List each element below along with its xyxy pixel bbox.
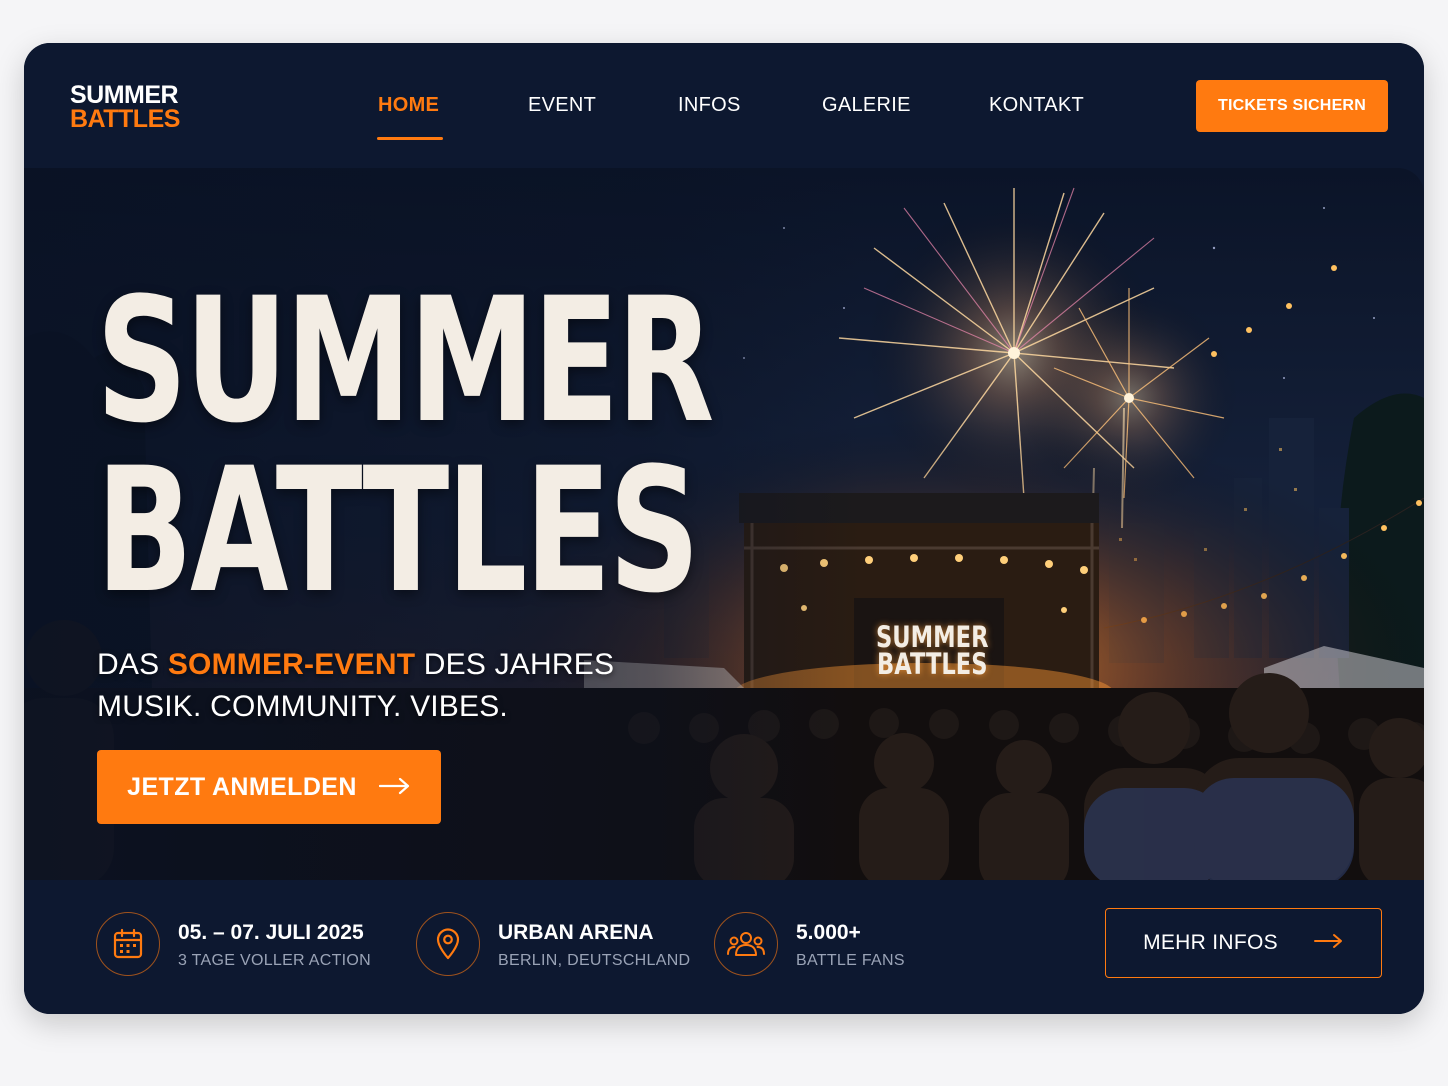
tagline-suffix: DES JAHRES [415, 648, 615, 681]
nav-item-home[interactable]: HOME [378, 94, 439, 117]
register-button-label: JETZT ANMELDEN [127, 772, 357, 801]
hero-title: SUMMER BATTLES [96, 260, 715, 631]
nav-item-galerie[interactable]: GALERIE [822, 94, 911, 117]
hero-title-line-2: BATTLES [96, 430, 700, 631]
nav-active-indicator [377, 137, 443, 140]
event-date: 05. – 07. JULI 2025 [178, 921, 364, 944]
more-info-button[interactable]: MEHR INFOS [1105, 908, 1382, 978]
tagline-prefix: DAS [97, 648, 168, 681]
arrow-right-icon [1313, 931, 1344, 955]
hero-tagline: DAS SOMMER-EVENT DES JAHRES MUSIK. COMMU… [97, 644, 614, 728]
tickets-button[interactable]: TICKETS SICHERN [1196, 80, 1388, 132]
nav-item-infos[interactable]: INFOS [678, 94, 741, 117]
register-button[interactable]: JETZT ANMELDEN [97, 750, 441, 824]
tagline-line-1: DAS SOMMER-EVENT DES JAHRES [97, 644, 614, 686]
users-group-icon [714, 912, 778, 976]
calendar-icon [96, 912, 160, 976]
venue-name: URBAN ARENA [498, 921, 654, 944]
event-duration: 3 TAGE VOLLER ACTION [178, 952, 372, 969]
nav-item-event[interactable]: EVENT [528, 94, 596, 117]
stage-sign: SUMMER BATTLES [876, 623, 989, 681]
event-info-bar: 05. – 07. JULI 2025 3 TAGE VOLLER ACTION… [24, 880, 1424, 1014]
arrow-right-icon [378, 773, 411, 802]
hero-section: SUMMER BATTLES SUMMER BATTLES DAS SOMMER… [24, 168, 1424, 880]
more-info-label: MEHR INFOS [1143, 931, 1278, 954]
nav-item-kontakt[interactable]: KONTAKT [989, 94, 1084, 117]
tagline-line-2: MUSIK. COMMUNITY. VIBES. [97, 690, 508, 723]
stage-sign-line-2: BATTLES [877, 647, 988, 681]
location-pin-icon [416, 912, 480, 976]
venue-city: BERLIN, DEUTSCHLAND [498, 952, 691, 969]
fan-label: BATTLE FANS [796, 952, 905, 969]
landing-page-card: SUMMER BATTLES HOME EVENT INFOS GALERIE … [24, 43, 1424, 1014]
site-header: SUMMER BATTLES HOME EVENT INFOS GALERIE … [24, 43, 1424, 168]
hero-title-line-1: SUMMER [96, 260, 715, 461]
fan-count: 5.000+ [796, 921, 861, 944]
tagline-highlight: SOMMER-EVENT [167, 648, 416, 681]
